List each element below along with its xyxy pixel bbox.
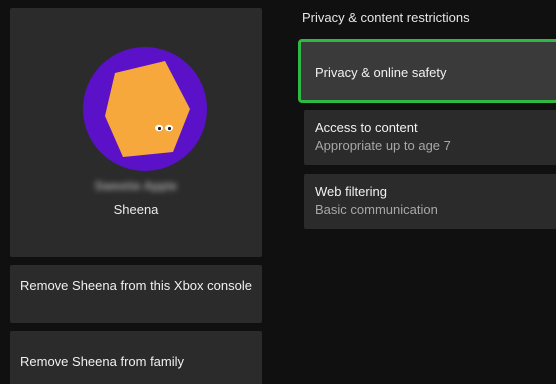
hexagon-character-avatar-icon (105, 61, 190, 157)
remove-from-console-button[interactable]: Remove Sheena from this Xbox console (10, 265, 262, 323)
access-to-content-tile[interactable]: Access to content Appropriate up to age … (304, 110, 556, 165)
gamertag-blurred: Sweetie Apple (94, 179, 178, 193)
remove-from-family-label: Remove Sheena from family (20, 354, 185, 369)
family-member-settings: Sweetie Apple Sheena Remove Sheena from … (0, 0, 556, 384)
web-filtering-tile[interactable]: Web filtering Basic communication (304, 174, 556, 229)
profile-display-name: Sheena (113, 202, 159, 217)
tile-sublabel: Appropriate up to age 7 (315, 138, 451, 153)
tile-label: Web filtering (315, 184, 388, 199)
tile-label: Privacy & online safety (315, 65, 447, 80)
remove-from-family-button[interactable]: Remove Sheena from family (10, 331, 262, 384)
privacy-online-safety-tile[interactable]: Privacy & online safety (298, 39, 556, 103)
tile-label: Access to content (315, 120, 418, 135)
section-title: Privacy & content restrictions (302, 10, 470, 25)
avatar (83, 47, 207, 171)
remove-from-console-label: Remove Sheena from this Xbox console (20, 278, 252, 293)
profile-card: Sweetie Apple Sheena (10, 8, 262, 257)
tile-sublabel: Basic communication (315, 202, 438, 217)
